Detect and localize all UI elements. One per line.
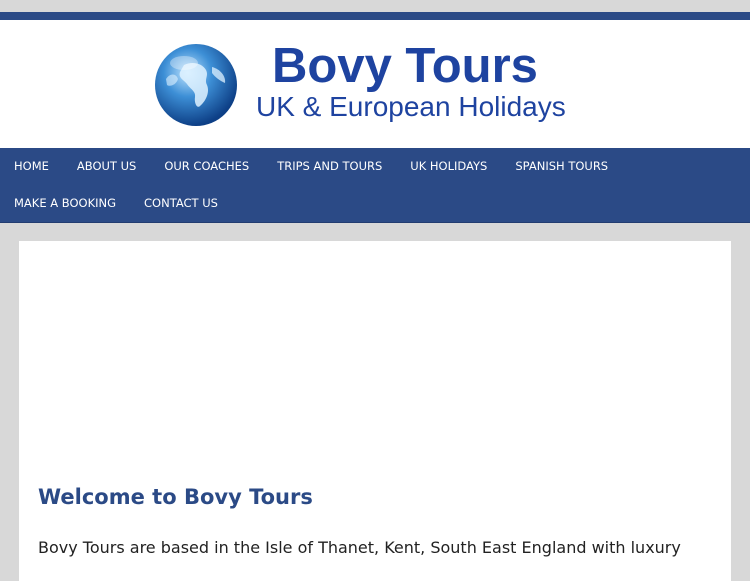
globe-icon: [155, 44, 237, 126]
nav-item-about-us[interactable]: ABOUT US: [63, 148, 150, 185]
nav-item-make-a-booking[interactable]: MAKE A BOOKING: [0, 185, 130, 222]
page-title: Welcome to Bovy Tours: [38, 485, 313, 509]
site-logo[interactable]: Bovy Tours UK & European Holidays: [150, 38, 600, 134]
intro-paragraph: Bovy Tours are based in the Isle of Than…: [38, 538, 681, 557]
site-header: Bovy Tours UK & European Holidays: [0, 20, 750, 148]
brand-tagline: UK & European Holidays: [256, 91, 566, 122]
page-top-strip: [0, 0, 750, 12]
nav-item-uk-holidays[interactable]: UK HOLIDAYS: [396, 148, 501, 185]
brand-name: Bovy Tours: [272, 39, 538, 93]
nav-item-spanish-tours[interactable]: SPANISH TOURS: [501, 148, 622, 185]
nav-item-our-coaches[interactable]: OUR COACHES: [150, 148, 263, 185]
nav-item-contact-us[interactable]: CONTACT US: [130, 185, 232, 222]
nav-row-1: HOME ABOUT US OUR COACHES TRIPS AND TOUR…: [0, 148, 622, 185]
nav-item-home[interactable]: HOME: [0, 148, 63, 185]
main-navigation: HOME ABOUT US OUR COACHES TRIPS AND TOUR…: [0, 148, 750, 223]
main-content: Welcome to Bovy Tours Bovy Tours are bas…: [19, 241, 731, 581]
nav-row-2: MAKE A BOOKING CONTACT US: [0, 185, 232, 222]
nav-item-trips-and-tours[interactable]: TRIPS AND TOURS: [263, 148, 396, 185]
top-accent-bar: [0, 12, 750, 20]
